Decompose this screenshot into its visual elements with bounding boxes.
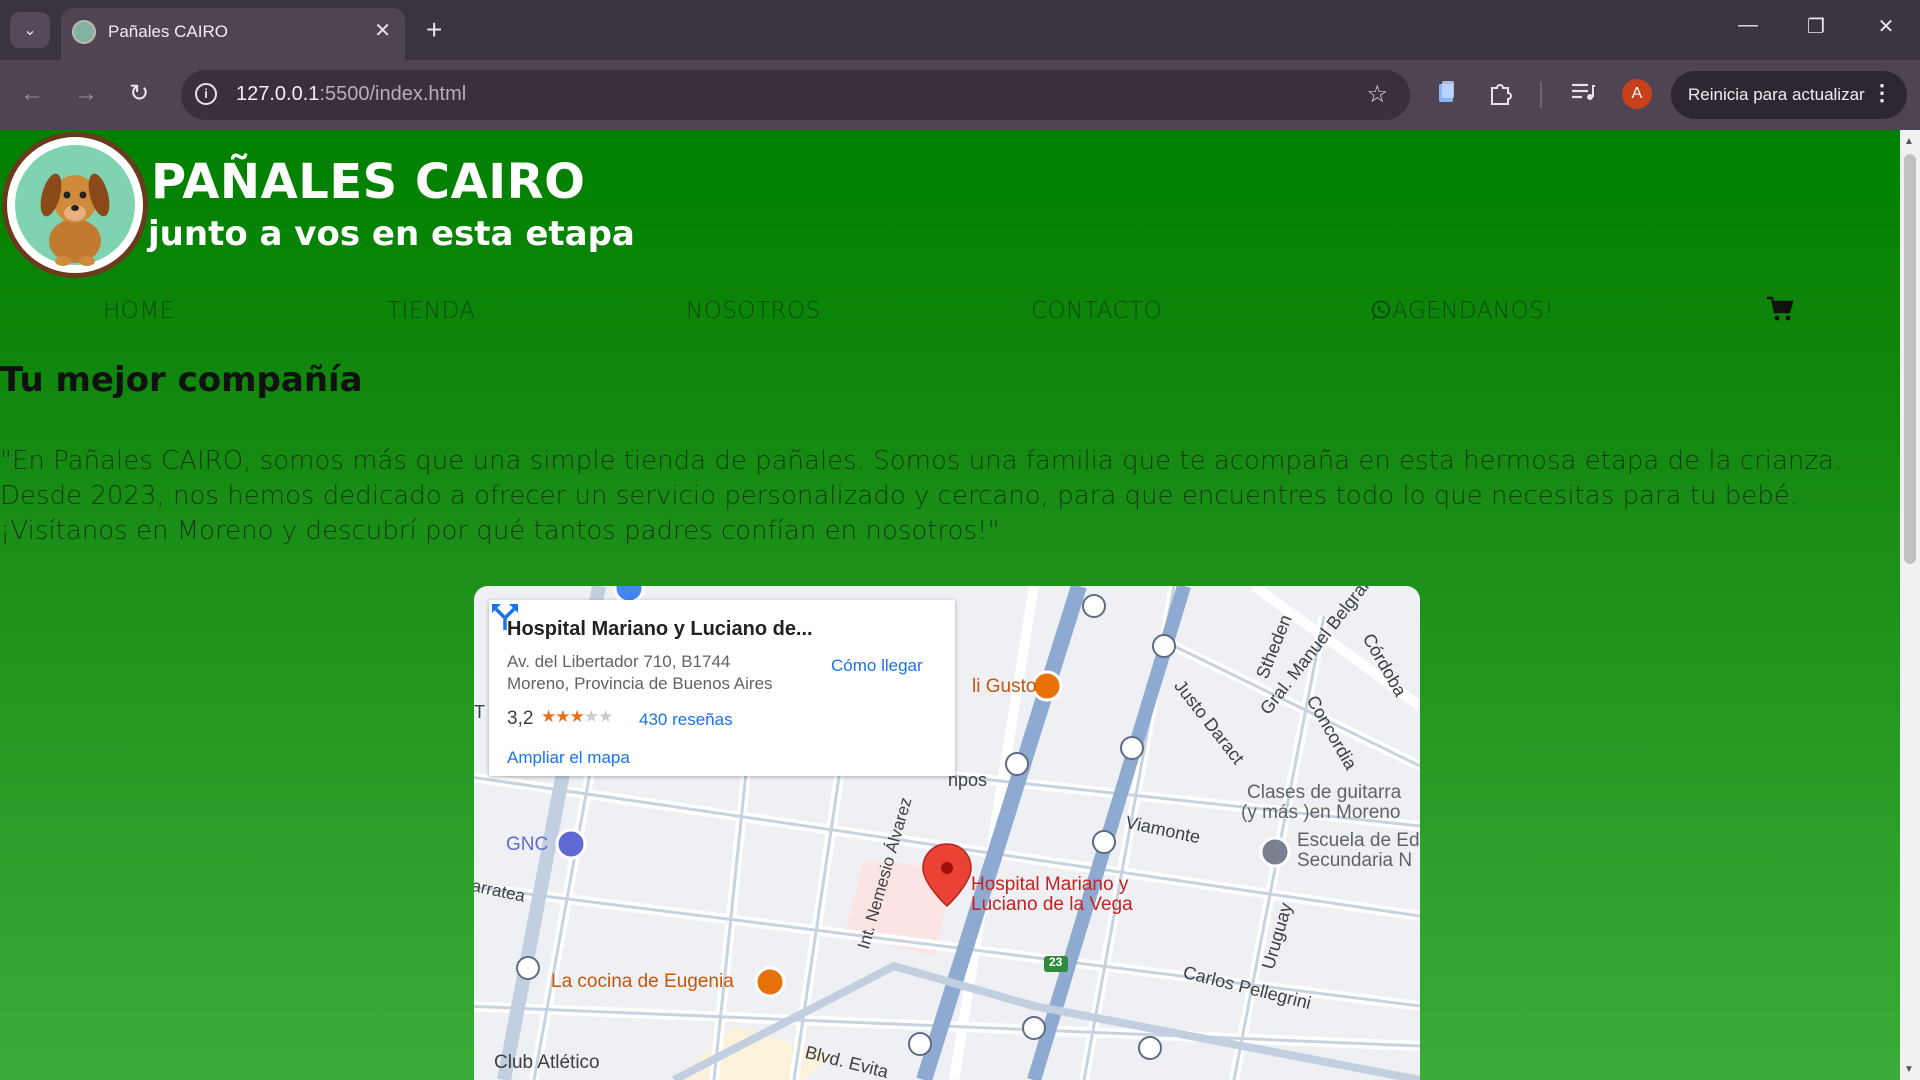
map-label-escuela1: Escuela de Ed: [1297, 830, 1420, 851]
map-label-clases2: (y más )en Moreno: [1241, 802, 1401, 823]
page-viewport: PAÑALES CAIRO junto a vos en esta etapa …: [0, 130, 1900, 1080]
tab-title: Pañales CAIRO: [108, 22, 228, 41]
logo-dog-icon: [2, 132, 148, 278]
close-window-icon[interactable]: ✕: [1866, 14, 1906, 39]
embedded-map[interactable]: li Gusto Justo Daract Gral. Manuel Belgr…: [474, 586, 1420, 1080]
browser-toolbar: ← → ↻ i 127.0.0.1:5500/index.html ☆ A Re…: [0, 60, 1920, 130]
nav-contacto[interactable]: CONTACTO: [1031, 298, 1162, 324]
restore-icon[interactable]: ❐: [1796, 14, 1836, 39]
whatsapp-icon: [1371, 300, 1391, 320]
map-label-t: T: [474, 702, 485, 722]
map-label-gusto: li Gusto: [972, 676, 1037, 697]
place-rating: 3,2: [507, 708, 534, 729]
map-place-card: Hospital Mariano y Luciano de... Av. del…: [489, 600, 955, 776]
nav-tienda[interactable]: TIENDA: [387, 298, 476, 324]
nav-nosotros[interactable]: NOSOTROS: [686, 298, 821, 324]
map-label-club: Club Atlético: [494, 1052, 600, 1073]
profile-avatar[interactable]: A: [1622, 79, 1652, 109]
extensions-puzzle-icon[interactable]: [1488, 80, 1514, 112]
map-label-cocina: La cocina de Eugenia: [551, 971, 734, 992]
map-label-gnc: GNC: [506, 834, 549, 855]
url-host: 127.0.0.1: [236, 83, 320, 105]
directions-icon[interactable]: [489, 600, 521, 632]
nav-home[interactable]: HOME: [103, 298, 175, 324]
tab-strip: ⌄ Pañales CAIRO ✕ + — ❐ ✕: [0, 0, 1920, 60]
map-label-escuela2: Secundaria N: [1297, 850, 1413, 871]
restart-update-button[interactable]: Reinicia para actualizar ⋮: [1671, 71, 1907, 119]
scroll-up-icon[interactable]: ▲: [1904, 136, 1914, 147]
bookmark-star-icon[interactable]: ☆: [1366, 80, 1388, 109]
toolbar-separator: [1540, 82, 1542, 108]
place-address-1: Av. del Libertador 710, B1744: [507, 652, 731, 671]
url-path: :5500/index.html: [319, 83, 467, 105]
nav-agendanos[interactable]: AGENDANOS!: [1370, 298, 1554, 324]
back-icon[interactable]: ←: [20, 80, 44, 108]
address-bar[interactable]: i 127.0.0.1:5500/index.html ☆: [181, 70, 1410, 120]
scrollbar-thumb[interactable]: [1904, 154, 1916, 564]
map-label-hospital2: Luciano de la Vega: [971, 894, 1133, 915]
map-label-hospital1: Hospital Mariano y: [971, 874, 1129, 895]
media-controls-icon[interactable]: [1570, 80, 1596, 110]
place-reviews-link[interactable]: 430 reseñas: [639, 710, 733, 730]
route-23-badge: 23: [1049, 955, 1063, 969]
place-address-2: Moreno, Provincia de Buenos Aires: [507, 674, 773, 693]
page-scrollbar[interactable]: ▲ ▼: [1900, 130, 1920, 1080]
intro-paragraph: "En Pañales CAIRO, somos más que una sim…: [0, 446, 1843, 546]
active-tab[interactable]: Pañales CAIRO ✕: [61, 8, 405, 60]
enlarge-map-link[interactable]: Ampliar el mapa: [507, 748, 630, 768]
map-label-clases1: Clases de guitarra: [1247, 782, 1402, 803]
section-title: Tu mejor compañía: [0, 360, 363, 400]
directions-link[interactable]: Cómo llegar: [831, 656, 923, 676]
restart-label: Reinicia para actualizar: [1688, 85, 1865, 104]
tab-close-icon[interactable]: ✕: [374, 18, 391, 43]
rating-stars-icon: ★★★★★: [541, 707, 613, 726]
place-name: Hospital Mariano y Luciano de...: [507, 618, 813, 640]
new-tab-button[interactable]: +: [426, 12, 442, 48]
menu-kebab-icon[interactable]: ⋮: [1871, 80, 1893, 106]
tab-search-button[interactable]: ⌄: [10, 12, 50, 48]
nav-agendanos-label: AGENDANOS!: [1392, 298, 1555, 324]
reload-icon[interactable]: ↻: [129, 80, 149, 108]
cart-icon[interactable]: [1766, 296, 1794, 327]
extension-docs-icon[interactable]: [1436, 80, 1458, 110]
favicon-icon: [72, 20, 96, 44]
scroll-down-icon[interactable]: ▼: [1904, 1064, 1914, 1075]
brand-title: PAÑALES CAIRO: [151, 154, 586, 210]
brand-tagline: junto a vos en esta etapa: [148, 214, 635, 254]
minimize-icon[interactable]: —: [1728, 14, 1768, 37]
site-info-icon[interactable]: i: [195, 83, 217, 105]
url-text[interactable]: 127.0.0.1:5500/index.html: [236, 83, 466, 106]
forward-icon[interactable]: →: [74, 80, 98, 108]
